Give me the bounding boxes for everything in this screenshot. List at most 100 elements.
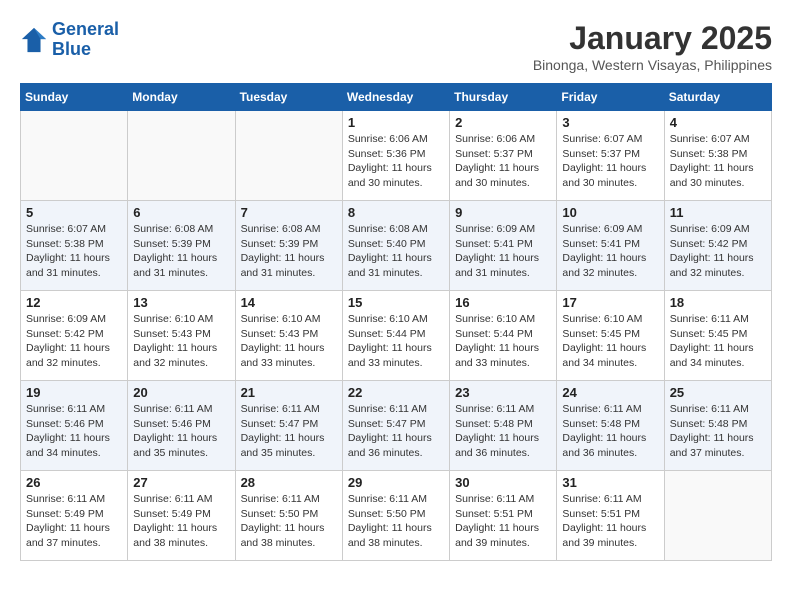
day-number: 8 (348, 205, 444, 220)
day-number: 15 (348, 295, 444, 310)
calendar-cell: 11 Sunrise: 6:09 AM Sunset: 5:42 PM Dayli… (664, 201, 771, 291)
weekday-header-row: SundayMondayTuesdayWednesdayThursdayFrid… (21, 84, 772, 111)
weekday-header: Monday (128, 84, 235, 111)
calendar-cell: 25Sunrise: 6:11 AM Sunset: 5:48 PM Dayli… (664, 381, 771, 471)
calendar-cell: 10Sunrise: 6:09 AM Sunset: 5:41 PM Dayli… (557, 201, 664, 291)
day-info: Sunrise: 6:07 AM Sunset: 5:38 PM Dayligh… (670, 132, 766, 191)
calendar-cell: 5Sunrise: 6:07 AM Sunset: 5:38 PM Daylig… (21, 201, 128, 291)
day-info: Sunrise: 6:11 AM Sunset: 5:50 PM Dayligh… (241, 492, 337, 551)
day-number: 26 (26, 475, 122, 490)
calendar-table: SundayMondayTuesdayWednesdayThursdayFrid… (20, 83, 772, 561)
calendar-cell (235, 111, 342, 201)
day-info: Sunrise: 6:09 AM Sunset: 5:41 PM Dayligh… (455, 222, 551, 281)
day-info: Sunrise: 6:11 AM Sunset: 5:48 PM Dayligh… (562, 402, 658, 461)
logo: General Blue (20, 20, 119, 60)
calendar-title: January 2025 (533, 20, 772, 57)
day-info: Sunrise: 6:10 AM Sunset: 5:44 PM Dayligh… (348, 312, 444, 371)
day-info: Sunrise: 6:07 AM Sunset: 5:37 PM Dayligh… (562, 132, 658, 191)
day-number: 31 (562, 475, 658, 490)
day-number: 1 (348, 115, 444, 130)
day-number: 17 (562, 295, 658, 310)
day-number: 13 (133, 295, 229, 310)
day-info: Sunrise: 6:11 AM Sunset: 5:49 PM Dayligh… (26, 492, 122, 551)
day-info: Sunrise: 6:10 AM Sunset: 5:44 PM Dayligh… (455, 312, 551, 371)
day-number: 22 (348, 385, 444, 400)
day-number: 4 (670, 115, 766, 130)
calendar-cell: 6Sunrise: 6:08 AM Sunset: 5:39 PM Daylig… (128, 201, 235, 291)
day-number: 12 (26, 295, 122, 310)
calendar-cell: 20 Sunrise: 6:11 AM Sunset: 5:46 PM Dayli… (128, 381, 235, 471)
day-info: Sunrise: 6:11 AM Sunset: 5:47 PM Dayligh… (348, 402, 444, 461)
day-info: Sunrise: 6:11 AM Sunset: 5:49 PM Dayligh… (133, 492, 229, 551)
weekday-header: Saturday (664, 84, 771, 111)
weekday-header: Thursday (450, 84, 557, 111)
day-info: Sunrise: 6:08 AM Sunset: 5:40 PM Dayligh… (348, 222, 444, 281)
calendar-cell: 2 Sunrise: 6:06 AM Sunset: 5:37 PM Daylig… (450, 111, 557, 201)
calendar-cell: 4 Sunrise: 6:07 AM Sunset: 5:38 PM Daylig… (664, 111, 771, 201)
day-info: Sunrise: 6:11 AM Sunset: 5:48 PM Dayligh… (670, 402, 766, 461)
calendar-cell: 16 Sunrise: 6:10 AM Sunset: 5:44 PM Dayli… (450, 291, 557, 381)
calendar-cell: 28Sunrise: 6:11 AM Sunset: 5:50 PM Dayli… (235, 471, 342, 561)
calendar-cell (21, 111, 128, 201)
calendar-cell: 1Sunrise: 6:06 AM Sunset: 5:36 PM Daylig… (342, 111, 449, 201)
calendar-cell: 22 Sunrise: 6:11 AM Sunset: 5:47 PM Dayli… (342, 381, 449, 471)
calendar-cell: 7Sunrise: 6:08 AM Sunset: 5:39 PM Daylig… (235, 201, 342, 291)
day-info: Sunrise: 6:11 AM Sunset: 5:51 PM Dayligh… (562, 492, 658, 551)
calendar-cell: 24 Sunrise: 6:11 AM Sunset: 5:48 PM Dayli… (557, 381, 664, 471)
day-info: Sunrise: 6:06 AM Sunset: 5:37 PM Dayligh… (455, 132, 551, 191)
day-number: 11 (670, 205, 766, 220)
calendar-cell: 19Sunrise: 6:11 AM Sunset: 5:46 PM Dayli… (21, 381, 128, 471)
calendar-cell: 21 Sunrise: 6:11 AM Sunset: 5:47 PM Dayli… (235, 381, 342, 471)
logo-text: General Blue (52, 20, 119, 60)
calendar-cell: 18Sunrise: 6:11 AM Sunset: 5:45 PM Dayli… (664, 291, 771, 381)
calendar-week-row: 1Sunrise: 6:06 AM Sunset: 5:36 PM Daylig… (21, 111, 772, 201)
weekday-header: Friday (557, 84, 664, 111)
day-number: 14 (241, 295, 337, 310)
day-number: 2 (455, 115, 551, 130)
calendar-cell: 14 Sunrise: 6:10 AM Sunset: 5:43 PM Dayli… (235, 291, 342, 381)
day-number: 23 (455, 385, 551, 400)
calendar-cell: 12 Sunrise: 6:09 AM Sunset: 5:42 PM Dayli… (21, 291, 128, 381)
calendar-cell: 13Sunrise: 6:10 AM Sunset: 5:43 PM Dayli… (128, 291, 235, 381)
day-number: 27 (133, 475, 229, 490)
calendar-subtitle: Binonga, Western Visayas, Philippines (533, 57, 772, 73)
day-info: Sunrise: 6:07 AM Sunset: 5:38 PM Dayligh… (26, 222, 122, 281)
calendar-cell: 9 Sunrise: 6:09 AM Sunset: 5:41 PM Daylig… (450, 201, 557, 291)
calendar-cell: 23Sunrise: 6:11 AM Sunset: 5:48 PM Dayli… (450, 381, 557, 471)
day-number: 29 (348, 475, 444, 490)
day-info: Sunrise: 6:11 AM Sunset: 5:47 PM Dayligh… (241, 402, 337, 461)
calendar-cell: 29Sunrise: 6:11 AM Sunset: 5:50 PM Dayli… (342, 471, 449, 561)
logo-icon (20, 26, 48, 54)
weekday-header: Wednesday (342, 84, 449, 111)
calendar-cell: 15 Sunrise: 6:10 AM Sunset: 5:44 PM Dayli… (342, 291, 449, 381)
page-header: General Blue January 2025 Binonga, Weste… (20, 20, 772, 73)
day-number: 30 (455, 475, 551, 490)
day-number: 21 (241, 385, 337, 400)
calendar-cell: 27 Sunrise: 6:11 AM Sunset: 5:49 PM Dayli… (128, 471, 235, 561)
calendar-cell: 17Sunrise: 6:10 AM Sunset: 5:45 PM Dayli… (557, 291, 664, 381)
day-info: Sunrise: 6:10 AM Sunset: 5:43 PM Dayligh… (241, 312, 337, 371)
calendar-week-row: 12 Sunrise: 6:09 AM Sunset: 5:42 PM Dayli… (21, 291, 772, 381)
day-info: Sunrise: 6:11 AM Sunset: 5:46 PM Dayligh… (133, 402, 229, 461)
weekday-header: Sunday (21, 84, 128, 111)
calendar-week-row: 19Sunrise: 6:11 AM Sunset: 5:46 PM Dayli… (21, 381, 772, 471)
day-info: Sunrise: 6:09 AM Sunset: 5:41 PM Dayligh… (562, 222, 658, 281)
calendar-cell: 26 Sunrise: 6:11 AM Sunset: 5:49 PM Dayli… (21, 471, 128, 561)
calendar-week-row: 5Sunrise: 6:07 AM Sunset: 5:38 PM Daylig… (21, 201, 772, 291)
day-info: Sunrise: 6:08 AM Sunset: 5:39 PM Dayligh… (133, 222, 229, 281)
day-number: 16 (455, 295, 551, 310)
day-info: Sunrise: 6:09 AM Sunset: 5:42 PM Dayligh… (670, 222, 766, 281)
calendar-cell: 30 Sunrise: 6:11 AM Sunset: 5:51 PM Dayli… (450, 471, 557, 561)
calendar-week-row: 26 Sunrise: 6:11 AM Sunset: 5:49 PM Dayli… (21, 471, 772, 561)
weekday-header: Tuesday (235, 84, 342, 111)
day-info: Sunrise: 6:11 AM Sunset: 5:51 PM Dayligh… (455, 492, 551, 551)
day-number: 3 (562, 115, 658, 130)
day-number: 18 (670, 295, 766, 310)
calendar-cell: 8 Sunrise: 6:08 AM Sunset: 5:40 PM Daylig… (342, 201, 449, 291)
calendar-cell: 3 Sunrise: 6:07 AM Sunset: 5:37 PM Daylig… (557, 111, 664, 201)
day-number: 20 (133, 385, 229, 400)
calendar-cell: 31 Sunrise: 6:11 AM Sunset: 5:51 PM Dayli… (557, 471, 664, 561)
day-info: Sunrise: 6:09 AM Sunset: 5:42 PM Dayligh… (26, 312, 122, 371)
day-number: 24 (562, 385, 658, 400)
day-number: 9 (455, 205, 551, 220)
